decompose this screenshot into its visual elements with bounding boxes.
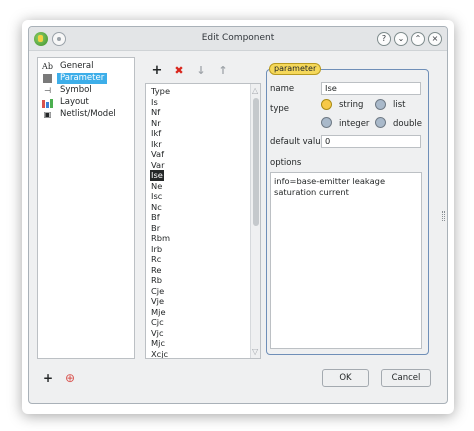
layout-icon [41,97,54,108]
symbol-icon: ⊣ [44,85,51,95]
nav-label: Parameter [57,72,108,84]
add-parameter-button[interactable]: + [149,63,165,79]
list-item[interactable]: Ne [150,181,163,192]
list-item[interactable]: Xcjc [150,349,169,359]
scrollbar-thumb[interactable] [253,98,259,226]
options-label: options [270,158,302,168]
type-list-radio[interactable] [375,99,386,110]
minimize-button[interactable]: ⌄ [394,32,408,46]
type-list-label: list [393,100,406,110]
list-item[interactable]: Var [150,160,166,171]
name-label: name [270,84,295,94]
type-integer-radio[interactable] [321,117,332,128]
list-item[interactable]: Type [150,86,171,97]
add-component-icon[interactable]: + [41,371,55,385]
nav-item-general[interactable]: Ab General [41,60,97,72]
list-item[interactable]: Vje [150,296,165,307]
type-double-radio[interactable] [375,117,386,128]
list-item[interactable]: Bf [150,212,161,223]
list-scrollbar[interactable]: △ ▽ [250,84,260,358]
parameter-icon [43,73,52,83]
list-item[interactable]: Mje [150,307,167,318]
remove-parameter-button[interactable]: ✖ [171,63,187,79]
list-item[interactable]: Nr [150,118,162,129]
close-button[interactable]: × [428,32,442,46]
list-item[interactable]: Rb [150,275,163,286]
resize-grip[interactable] [442,211,445,221]
nav-item-symbol[interactable]: ⊣ Symbol [41,84,95,96]
list-item[interactable]: Isc [150,191,163,202]
list-item[interactable]: Is [150,97,159,108]
cancel-button[interactable]: Cancel [381,369,431,387]
nav-item-layout[interactable]: Layout [41,96,92,108]
nav-label: Layout [60,96,89,107]
move-up-button[interactable]: ↑ [215,63,231,79]
nav-item-parameter[interactable]: Parameter [41,72,108,84]
scroll-down-icon[interactable]: ▽ [252,347,258,356]
parameter-list: Type Is Nf Nr Ikf Ikr Vaf Var Ise Ne Isc Nc Bf Br Rbm I… [145,83,261,359]
name-field[interactable]: Ise [321,82,421,95]
list-item[interactable]: Cje [150,286,165,297]
list-item[interactable]: Cjc [150,317,165,328]
type-string-label: string [339,100,364,110]
type-string-radio[interactable] [321,99,332,110]
help-button[interactable]: ? [377,32,391,46]
list-item[interactable]: Vjc [150,328,165,339]
list-item[interactable]: Nf [150,107,161,118]
nav-label: General [60,60,94,71]
list-item[interactable]: Rc [150,254,162,265]
list-item[interactable]: Irb [150,244,163,255]
list-item[interactable]: Br [150,223,161,234]
parameter-group-title: parameter [269,63,322,75]
category-list: Ab General Parameter ⊣ Symbol Layout ▣ N… [37,57,135,359]
move-down-button[interactable]: ↓ [193,63,209,79]
type-label: type [270,104,289,114]
type-double-label: double [393,119,422,129]
list-item[interactable]: Ikf [150,128,162,139]
general-icon: Ab [42,61,53,71]
help-lifebuoy-icon[interactable]: ⊕ [63,371,77,385]
list-item[interactable]: Rbm [150,233,171,244]
list-item[interactable]: Re [150,265,163,276]
type-integer-label: integer [339,119,370,129]
default-value-label: default value [270,137,326,147]
nav-item-netlist[interactable]: ▣ Netlist/Model [41,108,119,120]
titlebar: Edit Component ? ⌄ ⌃ × [29,27,447,51]
list-item[interactable]: Vaf [150,149,165,160]
scroll-up-icon[interactable]: △ [252,86,258,95]
edit-component-dialog: Edit Component ? ⌄ ⌃ × Ab General Parame… [28,26,448,404]
list-item[interactable]: Mjc [150,338,166,349]
options-textarea[interactable]: info=base-emitter leakage saturation cur… [270,172,422,349]
nav-label: Netlist/Model [60,108,116,119]
default-value-field[interactable]: 0 [321,135,421,148]
list-item[interactable]: Nc [150,202,163,213]
ok-button[interactable]: OK [322,369,369,387]
list-item[interactable]: Ikr [150,139,163,150]
netlist-icon: ▣ [43,109,52,119]
nav-label: Symbol [60,84,92,95]
list-item[interactable]: Ise [150,170,164,181]
maximize-button[interactable]: ⌃ [411,32,425,46]
